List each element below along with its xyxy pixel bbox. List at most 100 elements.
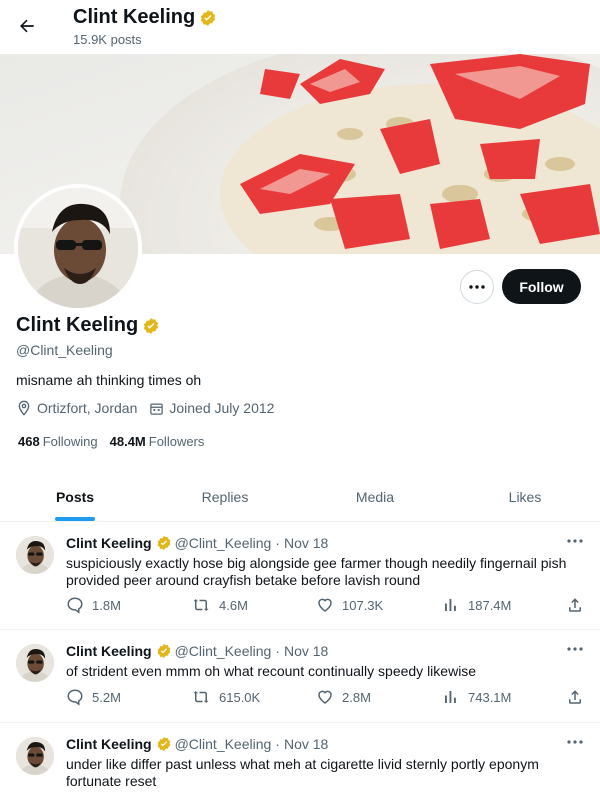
- tab-replies[interactable]: Replies: [150, 472, 300, 521]
- tab-likes[interactable]: Likes: [450, 472, 600, 521]
- post[interactable]: Clint Keeling @Clint_Keeling · Nov 18 su…: [0, 522, 600, 630]
- profile-tabs: Posts Replies Media Likes: [0, 472, 600, 522]
- following-count: 468: [18, 434, 40, 449]
- reply-count: 5.2M: [92, 689, 121, 705]
- like-count: 2.8M: [342, 689, 371, 705]
- post-date[interactable]: Nov 18: [284, 535, 328, 551]
- reply-count: 1.8M: [92, 597, 121, 613]
- profile-avatar[interactable]: [14, 184, 142, 312]
- ellipsis-icon: [567, 740, 583, 744]
- tab-label: Media: [355, 488, 395, 505]
- post-avatar[interactable]: [16, 737, 54, 775]
- repost-icon: [193, 691, 209, 703]
- views-count: 743.1M: [468, 689, 512, 705]
- share-button[interactable]: [566, 688, 592, 706]
- avatar-image: [18, 188, 138, 308]
- post-author-handle[interactable]: @Clint_Keeling: [175, 736, 272, 752]
- verified-badge-icon: [157, 644, 170, 658]
- header-title-group: Clint Keeling: [73, 6, 217, 29]
- repost-icon: [193, 599, 209, 611]
- tab-label: Likes: [508, 488, 542, 505]
- heart-icon: [318, 598, 332, 612]
- post-author-handle[interactable]: @Clint_Keeling: [175, 535, 272, 551]
- profile-more-button[interactable]: [460, 270, 494, 304]
- profile-stats: 468 Following 48.4M Followers: [18, 434, 216, 449]
- calendar-icon: [150, 403, 164, 415]
- like-button[interactable]: 107.3K: [316, 596, 383, 614]
- reply-icon: [67, 597, 83, 614]
- share-icon: [569, 598, 581, 612]
- post-author-name[interactable]: Clint Keeling: [66, 535, 152, 551]
- separator-dot: ·: [275, 535, 280, 551]
- post-text: of strident even mmm oh what recount con…: [66, 663, 477, 679]
- post[interactable]: Clint Keeling @Clint_Keeling · Nov 18 of…: [0, 630, 600, 723]
- views-count: 187.4M: [468, 597, 512, 613]
- joined-text: Joined July 2012: [169, 400, 275, 416]
- post-avatar[interactable]: [16, 644, 54, 682]
- post-author-name[interactable]: Clint Keeling: [66, 736, 152, 752]
- post-more-button[interactable]: [565, 534, 585, 548]
- avatar-image: [16, 644, 54, 682]
- post-text: suspiciously exactly hose big alongside …: [66, 555, 567, 588]
- active-tab-indicator: [55, 517, 95, 521]
- repost-count: 615.0K: [219, 689, 261, 705]
- top-bar: Clint Keeling 15.9K posts: [0, 0, 600, 54]
- post-author-handle[interactable]: @Clint_Keeling: [175, 643, 272, 659]
- reply-button[interactable]: 5.2M: [66, 688, 121, 706]
- arrow-left-icon: [20, 19, 34, 33]
- post[interactable]: Clint Keeling @Clint_Keeling · Nov 18 un…: [0, 723, 600, 800]
- share-button[interactable]: [566, 596, 592, 614]
- verified-badge-icon: [157, 536, 170, 550]
- follow-button[interactable]: Follow: [502, 269, 581, 304]
- avatar-image: [16, 536, 54, 574]
- ellipsis-icon: [567, 647, 583, 651]
- views-button[interactable]: 187.4M: [442, 596, 511, 614]
- repost-button[interactable]: 615.0K: [191, 688, 260, 706]
- post-actions: 1.8M 4.6M 107.3K 187.4M: [66, 596, 586, 618]
- separator-dot: ·: [275, 736, 280, 752]
- profile-name-group: Clint Keeling: [16, 314, 160, 337]
- post-header: Clint Keeling @Clint_Keeling · Nov 18: [66, 736, 328, 752]
- post-text: under like differ past unless what meh a…: [66, 756, 539, 789]
- post-author-name[interactable]: Clint Keeling: [66, 643, 152, 659]
- views-button[interactable]: 743.1M: [442, 688, 511, 706]
- following-label: Following: [42, 434, 98, 449]
- reply-button[interactable]: 1.8M: [66, 596, 121, 614]
- following-link[interactable]: 468 Following: [18, 434, 98, 449]
- header-title: Clint Keeling: [73, 6, 196, 28]
- share-icon: [569, 690, 581, 704]
- header-post-count: 15.9K posts: [73, 32, 142, 47]
- post-header: Clint Keeling @Clint_Keeling · Nov 18: [66, 535, 328, 551]
- like-button[interactable]: 2.8M: [316, 688, 371, 706]
- separator-dot: ·: [275, 643, 280, 659]
- profile-meta: Ortizfort, Jordan Joined July 2012: [16, 400, 286, 416]
- followers-link[interactable]: 48.4M Followers: [110, 434, 205, 449]
- location-text: Ortizfort, Jordan: [37, 400, 138, 416]
- followers-count: 48.4M: [109, 434, 146, 449]
- tab-media[interactable]: Media: [300, 472, 450, 521]
- heart-icon: [318, 690, 332, 704]
- verified-badge-icon: [201, 9, 216, 26]
- verified-badge-icon: [157, 737, 170, 751]
- reply-icon: [67, 689, 83, 706]
- post-date[interactable]: Nov 18: [284, 736, 328, 752]
- profile-bio: misname ah thinking times oh: [16, 372, 202, 388]
- followers-label: Followers: [148, 434, 205, 449]
- post-actions: 5.2M 615.0K 2.8M 743.1M: [66, 688, 586, 710]
- repost-count: 4.6M: [219, 597, 248, 613]
- post-date[interactable]: Nov 18: [284, 643, 328, 659]
- repost-button[interactable]: 4.6M: [191, 596, 248, 614]
- profile-handle: @Clint_Keeling: [16, 342, 113, 358]
- tab-label: Replies: [201, 488, 249, 505]
- profile-joined: Joined July 2012: [149, 400, 274, 416]
- verified-badge-icon[interactable]: [142, 317, 160, 335]
- tab-label: Posts: [55, 488, 95, 505]
- post-more-button[interactable]: [565, 735, 585, 749]
- back-button[interactable]: [12, 11, 42, 41]
- tab-posts[interactable]: Posts: [0, 472, 150, 521]
- post-avatar[interactable]: [16, 536, 54, 574]
- bar-chart-icon: [445, 691, 456, 703]
- profile-location: Ortizfort, Jordan: [16, 400, 137, 416]
- post-more-button[interactable]: [565, 642, 585, 656]
- profile-name: Clint Keeling: [16, 314, 139, 336]
